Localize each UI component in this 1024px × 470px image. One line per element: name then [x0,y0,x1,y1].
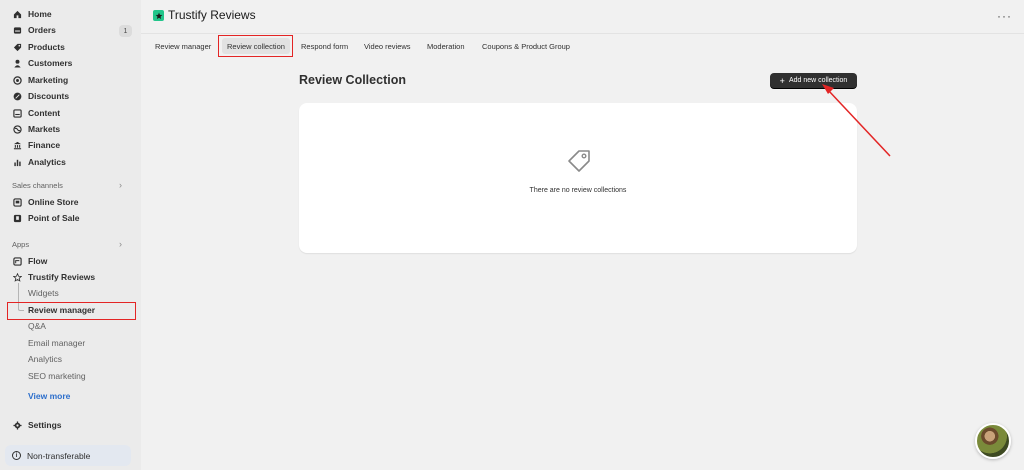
trustify-logo-icon [153,10,164,21]
more-actions-button[interactable]: ··· [997,9,1012,23]
sidebar-subitem-widgets[interactable]: Widgets [28,287,59,299]
sidebar-item-flow[interactable]: Flow [12,254,47,268]
view-more-link[interactable]: View more [28,391,70,401]
page-title: Review Collection [299,73,406,87]
sidebar-item-label: Online Store [28,197,79,207]
sidebar-item-home[interactable]: Home [12,7,52,21]
apps-heading[interactable]: Apps [12,238,29,250]
sidebar-item-label: Analytics [28,157,66,167]
sidebar-item-online-store[interactable]: Online Store [12,195,79,209]
tag-icon [568,150,590,172]
sidebar-item-orders[interactable]: Orders [12,23,56,37]
home-icon [12,9,22,19]
person-icon [12,58,22,68]
app-title: Trustify Reviews [168,8,256,22]
sidebar-subitem-analytics[interactable]: Analytics [28,353,62,365]
empty-state-card [299,103,857,253]
sidebar-item-content[interactable]: Content [12,106,60,120]
non-transferable-label: Non-transferable [27,450,91,461]
sidebar-item-products[interactable]: Products [12,40,65,54]
flow-icon [12,256,22,266]
annotation-highlight-review-manager [7,302,136,320]
bank-icon [12,140,22,150]
sales-channels-heading[interactable]: Sales channels [12,179,63,191]
sidebar-item-label: Discounts [28,91,70,101]
add-new-collection-button[interactable]: + Add new collection [770,73,857,88]
empty-state-text: There are no review collections [529,187,627,194]
target-icon [12,75,22,85]
chevron-right-icon[interactable]: › [119,239,122,249]
chevron-right-icon[interactable]: › [119,180,122,190]
sidebar-item-markets[interactable]: Markets [12,122,60,136]
sidebar-subitem-email-manager[interactable]: Email manager [28,337,85,349]
tag-icon [12,42,22,52]
sidebar-item-label: Home [28,9,52,19]
tab-moderation[interactable]: Moderation [422,38,470,54]
sidebar-item-label: Marketing [28,75,69,85]
avatar[interactable] [975,423,1011,459]
sidebar-subitem-qa[interactable]: Q&A [28,320,46,332]
sidebar-item-label: Orders [28,25,56,35]
gear-icon [12,420,22,430]
globe-icon [12,124,22,134]
tab-video-reviews[interactable]: Video reviews [359,38,416,54]
orders-icon [12,25,22,35]
sidebar-item-label: Customers [28,58,73,68]
header-divider [141,33,1024,34]
add-new-collection-label: Add new collection [788,77,848,84]
pos-icon [12,213,22,223]
sidebar-item-label: Content [28,108,61,118]
tab-coupons-product-group[interactable]: Coupons & Product Group [477,38,575,54]
sidebar-item-label: Point of Sale [28,213,80,223]
discount-icon [12,91,22,101]
orders-count-badge: 1 [119,25,132,37]
bar-chart-icon [12,157,22,167]
plus-icon: + [779,75,785,86]
sidebar-item-label: Settings [28,420,62,430]
content-icon [12,108,22,118]
sidebar-item-trustify-reviews[interactable]: Trustify Reviews [12,270,95,284]
tab-respond-form[interactable]: Respond form [296,38,353,54]
sidebar-item-label: Trustify Reviews [28,272,96,282]
sidebar: Home Orders 1 Products Customers Marketi… [0,0,141,470]
sidebar-item-marketing[interactable]: Marketing [12,73,68,87]
sidebar-item-customers[interactable]: Customers [12,56,72,70]
info-icon: i [12,451,21,460]
non-transferable-banner[interactable]: i Non-transferable [5,445,131,466]
sidebar-item-discounts[interactable]: Discounts [12,89,69,103]
sidebar-item-finance[interactable]: Finance [12,138,60,152]
sidebar-item-label: Markets [28,124,61,134]
sidebar-subitem-seo-marketing[interactable]: SEO marketing [28,370,86,382]
tab-review-manager[interactable]: Review manager [150,38,216,54]
annotation-highlight-review-collection-tab [218,35,293,57]
sidebar-item-label: Flow [28,256,48,266]
sidebar-item-point-of-sale[interactable]: Point of Sale [12,211,79,225]
sidebar-item-settings[interactable]: Settings [12,418,62,432]
sidebar-item-label: Finance [28,140,61,150]
sidebar-item-label: Products [28,42,65,52]
store-icon [12,197,22,207]
star-icon [12,272,22,282]
sidebar-item-analytics[interactable]: Analytics [12,155,66,169]
app-header: Trustify Reviews ··· [141,0,1024,34]
